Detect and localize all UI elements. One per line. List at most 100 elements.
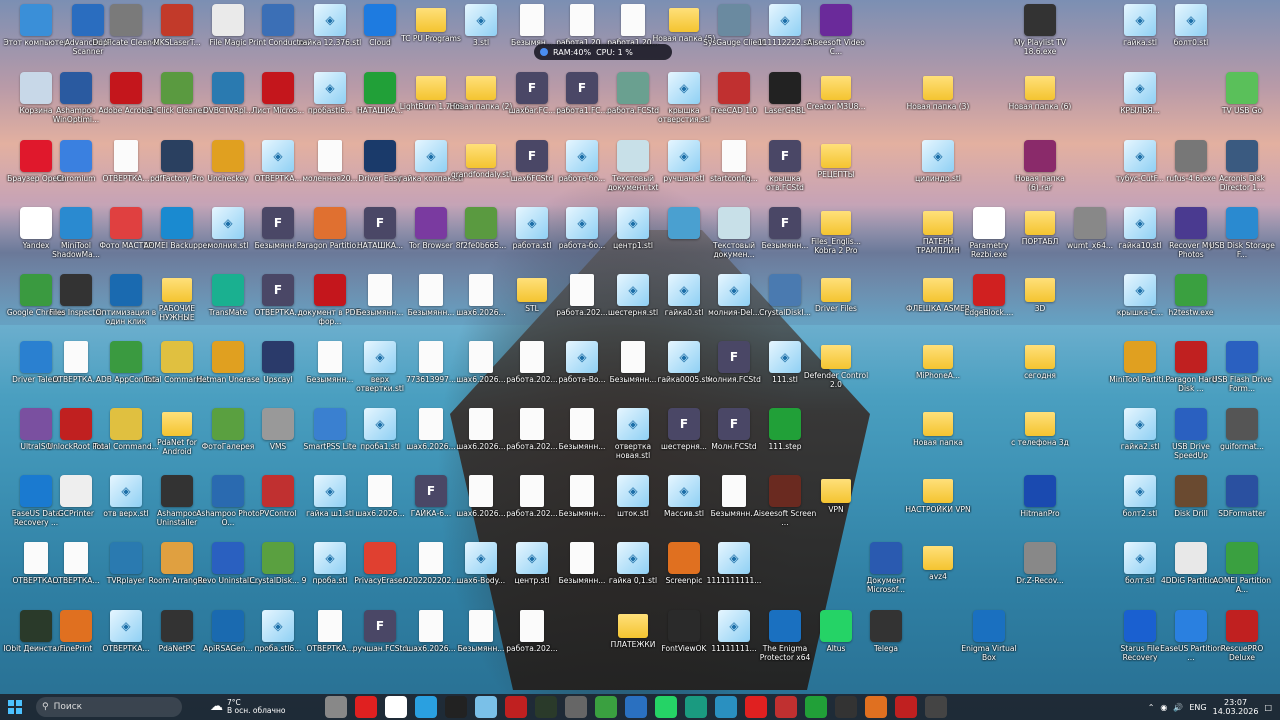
- desktop-icon[interactable]: Новая папка (3): [904, 72, 972, 138]
- chevron-up-icon[interactable]: ⌃: [1148, 703, 1155, 712]
- app-icon: [161, 341, 193, 373]
- app-icon: [617, 72, 649, 104]
- desktop-icon[interactable]: Acronis Disk Director 1...: [1208, 140, 1276, 206]
- desktop-icon-label: TV USB Go: [1221, 106, 1263, 115]
- stl-file-icon: ◈: [212, 207, 244, 239]
- desktop-icon[interactable]: Dr.Z-Recov...: [1006, 542, 1074, 608]
- desktop-icon[interactable]: ◈ болт0.stl: [1157, 4, 1225, 70]
- desktop-icon[interactable]: с телефона 3д: [1006, 408, 1074, 474]
- whatsapp-icon[interactable]: [655, 696, 678, 718]
- desktop-icon[interactable]: ◈ 1111111111...: [700, 542, 768, 608]
- desktop-icon-label: сегодня: [1024, 371, 1056, 380]
- desktop-icon-label: Aiseesoft Video C...: [807, 38, 865, 56]
- youtube-icon[interactable]: [355, 696, 378, 718]
- network-icon[interactable]: ◉: [1160, 703, 1167, 712]
- yandex-icon[interactable]: [385, 696, 408, 718]
- desktop-icon[interactable]: ◈ цилиндр.stl: [904, 140, 972, 206]
- app-icon: [262, 72, 294, 104]
- desktop-icon[interactable]: RescuePRO Deluxe: [1208, 610, 1276, 676]
- document-icon: [520, 610, 544, 642]
- app-blue-icon[interactable]: [625, 696, 648, 718]
- app-gray-icon[interactable]: [565, 696, 588, 718]
- desktop-icon[interactable]: НАСТРОЙКИ VPN: [904, 475, 972, 541]
- folder-icon: [923, 278, 953, 302]
- document-icon: [621, 4, 645, 36]
- desktop-icon[interactable]: Driver Files: [802, 274, 870, 340]
- weather-widget[interactable]: ☁ 7°C В осн. облачно: [210, 699, 285, 715]
- desktop-icon[interactable]: Telega: [852, 610, 920, 676]
- clock[interactable]: 23:07 14.03.2026: [1213, 698, 1259, 716]
- desktop-icon[interactable]: AOMEI Partition A...: [1208, 542, 1276, 608]
- app-icon: [718, 207, 750, 239]
- desktop-icon[interactable]: USB Flash Drive Form...: [1208, 341, 1276, 407]
- app-red2-icon[interactable]: [895, 696, 918, 718]
- language-indicator[interactable]: ENG: [1189, 703, 1206, 712]
- app-teal-icon[interactable]: [685, 696, 708, 718]
- app-orange-icon[interactable]: [865, 696, 888, 718]
- folder-icon: [669, 8, 699, 32]
- eye-icon[interactable]: [715, 696, 738, 718]
- desktop-icon[interactable]: РЕЦЕПТЫ: [802, 140, 870, 206]
- iobit-icon[interactable]: [535, 696, 558, 718]
- app-icon: [668, 610, 700, 642]
- desktop-icon-label: КРЫЛЬЯ...: [1120, 106, 1160, 115]
- folder-icon: [517, 278, 547, 302]
- desktop-icon[interactable]: Новая папка (6): [1006, 72, 1074, 138]
- stl-file-icon: ◈: [668, 475, 700, 507]
- stl-file-icon: ◈: [516, 207, 548, 239]
- desktop-icon-label: цилиндр.stl: [915, 174, 961, 183]
- system-monitor-widget[interactable]: RAM:40% CPU: 1 %: [534, 44, 672, 60]
- taskbar-search[interactable]: ⚲ Поиск: [36, 697, 182, 717]
- desktop-icon[interactable]: Creator M3U8...: [802, 72, 870, 138]
- anydesk-icon[interactable]: [745, 696, 768, 718]
- search-placeholder: Поиск: [53, 702, 83, 712]
- desktop-icon[interactable]: 111.step: [751, 408, 819, 474]
- volume-icon[interactable]: 🔊: [1173, 703, 1183, 712]
- freecad-icon[interactable]: [775, 696, 798, 718]
- natashka-icon[interactable]: [805, 696, 828, 718]
- taskbar: ⚲ Поиск ☁ 7°C В осн. облачно ⌃ ◉ 🔊 ENG 2…: [0, 694, 1280, 720]
- desktop-icon[interactable]: 3D: [1006, 274, 1074, 340]
- clock-date: 14.03.2026: [1212, 707, 1259, 716]
- desktop-icon[interactable]: MiPhoneA...: [904, 341, 972, 407]
- desktop-icon[interactable]: VPN: [802, 475, 870, 541]
- desktop-icon[interactable]: avz4: [904, 542, 972, 608]
- desktop-icon[interactable]: HitmanPro: [1006, 475, 1074, 541]
- desktop-icon[interactable]: guiformat...: [1208, 408, 1276, 474]
- desktop-icon[interactable]: Новая папка: [904, 408, 972, 474]
- desktop-icon[interactable]: SDFormatter: [1208, 475, 1276, 541]
- desktop-icon[interactable]: TV USB Go: [1208, 72, 1276, 138]
- desktop-icon[interactable]: Files_Englis... Kobra 2 Pro: [802, 207, 870, 273]
- desktop-icon-label: Dr.Z-Recov...: [1016, 576, 1064, 585]
- app-dark-icon[interactable]: [835, 696, 858, 718]
- stl-viewer-icon[interactable]: [475, 696, 498, 718]
- file-explorer-icon[interactable]: [325, 696, 348, 718]
- app-icon: [415, 207, 447, 239]
- desktop-icon[interactable]: Defender Control 2.0: [802, 341, 870, 407]
- telega-icon[interactable]: [445, 696, 468, 718]
- camera-icon[interactable]: [925, 696, 948, 718]
- notifications-icon[interactable]: □: [1264, 703, 1272, 712]
- desktop-icon[interactable]: USB Disk Storage F...: [1208, 207, 1276, 273]
- app-red-icon[interactable]: [505, 696, 528, 718]
- document-icon: [570, 408, 594, 440]
- desktop-icon[interactable]: My Playlist TV 18.6.exe: [1006, 4, 1074, 70]
- desktop-icon[interactable]: Новая папка (6).rar: [1006, 140, 1074, 206]
- desktop-icon[interactable]: Aiseesoft Video C...: [802, 4, 870, 70]
- app-icon: [617, 140, 649, 172]
- document-icon: [419, 341, 443, 373]
- document-icon: [469, 274, 493, 306]
- desktop-icon[interactable]: сегодня: [1006, 341, 1074, 407]
- app-icon: [161, 140, 193, 172]
- start-button[interactable]: [0, 694, 30, 720]
- telegram-icon[interactable]: [415, 696, 438, 718]
- desktop-icon[interactable]: h2testw.exe: [1157, 274, 1225, 340]
- cpu-usage: CPU: 1 %: [596, 47, 633, 57]
- app-icon: [668, 207, 700, 239]
- desktop-icon[interactable]: ◈ КРЫЛЬЯ...: [1106, 72, 1174, 138]
- desktop-icon[interactable]: работа.202...: [498, 610, 566, 676]
- desktop-icon[interactable]: Enigma Virtual Box: [955, 610, 1023, 676]
- stl-file-icon: ◈: [1124, 274, 1156, 306]
- app-icon: [161, 542, 193, 574]
- app-green-icon[interactable]: [595, 696, 618, 718]
